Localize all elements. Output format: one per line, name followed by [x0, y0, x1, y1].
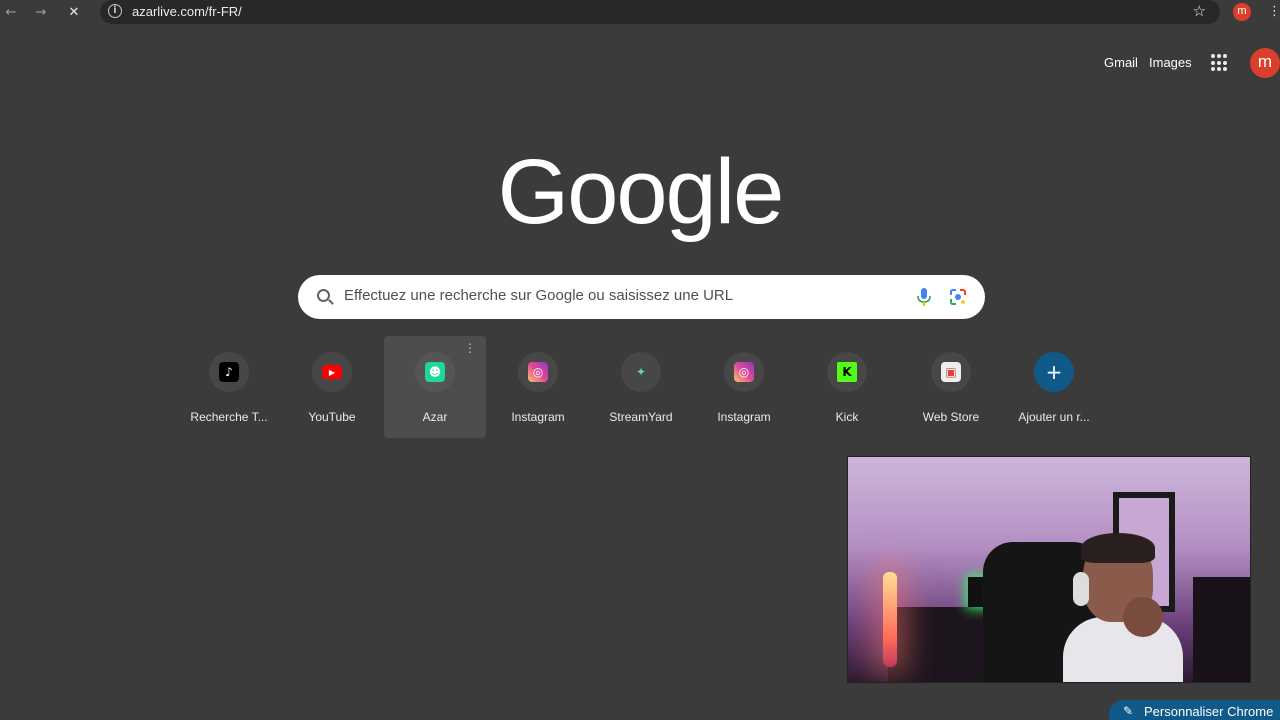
google-logo: Google — [497, 141, 785, 243]
site-info-icon[interactable]: i — [108, 4, 122, 18]
microphone-icon[interactable] — [917, 288, 931, 306]
webcam-person-hand — [1123, 597, 1163, 637]
browser-profile-avatar[interactable]: m — [1233, 3, 1251, 21]
tiktok-icon: ♪ — [219, 362, 239, 382]
search-box[interactable] — [298, 275, 985, 319]
shortcut-kick[interactable]: K Kick — [796, 336, 898, 438]
shortcut-azar[interactable]: ⋮ ☻ Azar — [384, 336, 486, 438]
webcam-person-body — [1063, 617, 1183, 682]
account-avatar[interactable]: m — [1250, 48, 1280, 78]
shortcut-tile: + — [1034, 352, 1074, 392]
webcam-speaker — [1193, 577, 1250, 682]
shortcut-label: Recherche T... — [190, 410, 268, 424]
customize-chrome-label: Personnaliser Chrome — [1144, 704, 1274, 719]
gmail-link[interactable]: Gmail — [1104, 55, 1138, 70]
shortcut-tile: ✦ — [621, 352, 661, 392]
plus-icon: + — [1045, 360, 1063, 384]
streamyard-icon: ✦ — [635, 365, 647, 379]
webcam-person — [1063, 533, 1183, 682]
shortcut-label: Web Store — [922, 410, 980, 424]
shortcut-tile: ◎ — [724, 352, 764, 392]
shortcut-label: Ajouter un r... — [1018, 410, 1090, 424]
shortcut-label: Instagram — [511, 410, 565, 424]
google-apps-icon[interactable] — [1211, 54, 1229, 72]
shortcut-instagram[interactable]: ◎ Instagram — [487, 336, 589, 438]
shortcut-tile: K — [827, 352, 867, 392]
shortcut-tile: ♪ — [209, 352, 249, 392]
shortcut-instagram-2[interactable]: ◎ Instagram — [693, 336, 795, 438]
azar-icon: ☻ — [425, 362, 445, 382]
pencil-icon: ✎ — [1123, 704, 1134, 718]
shortcut-add[interactable]: + Ajouter un r... — [1003, 336, 1105, 438]
shortcut-tile: ☻ — [415, 352, 455, 392]
shortcut-tile: ▣ — [931, 352, 971, 392]
shortcut-tiktok[interactable]: ♪ Recherche T... — [178, 336, 280, 438]
stop-loading-icon[interactable]: ✕ — [65, 3, 83, 21]
customize-chrome-button[interactable]: ✎ Personnaliser Chrome — [1109, 700, 1280, 720]
shortcut-more-icon[interactable]: ⋮ — [464, 342, 476, 354]
shortcut-streamyard[interactable]: ✦ StreamYard — [590, 336, 692, 438]
google-lens-icon[interactable] — [949, 288, 967, 306]
web-store-icon: ▣ — [941, 362, 961, 382]
webcam-person-hair — [1081, 533, 1155, 563]
shortcut-tile: ▶ — [312, 352, 352, 392]
back-arrow-icon[interactable]: ← — [2, 3, 20, 21]
forward-arrow-icon[interactable]: → — [32, 3, 50, 21]
webcam-overlay — [847, 456, 1251, 683]
webcam-lamp — [883, 572, 897, 667]
instagram-icon: ◎ — [734, 362, 754, 382]
shortcut-label: Instagram — [717, 410, 771, 424]
webcam-headset — [1073, 572, 1089, 606]
address-bar[interactable]: i azarlive.com/fr-FR/ ☆ — [100, 0, 1220, 24]
kick-icon: K — [837, 362, 857, 382]
address-url[interactable]: azarlive.com/fr-FR/ — [132, 4, 242, 19]
shortcut-label: Kick — [835, 410, 859, 424]
shortcut-web-store[interactable]: ▣ Web Store — [900, 336, 1002, 438]
browser-menu-icon[interactable]: ⋮ — [1268, 4, 1280, 19]
shortcut-tile: ◎ — [518, 352, 558, 392]
youtube-icon: ▶ — [322, 365, 342, 379]
shortcut-label: YouTube — [308, 410, 356, 424]
browser-toolbar: ← → ✕ i azarlive.com/fr-FR/ ☆ m ⋮ — [0, 0, 1280, 24]
bookmark-star-icon[interactable]: ☆ — [1193, 2, 1206, 20]
shortcut-label: StreamYard — [609, 410, 673, 424]
search-input[interactable] — [344, 287, 904, 304]
shortcut-youtube[interactable]: ▶ YouTube — [281, 336, 383, 438]
instagram-icon: ◎ — [528, 362, 548, 382]
images-link[interactable]: Images — [1149, 55, 1192, 70]
shortcut-label: Azar — [422, 410, 448, 424]
search-icon — [317, 289, 330, 302]
